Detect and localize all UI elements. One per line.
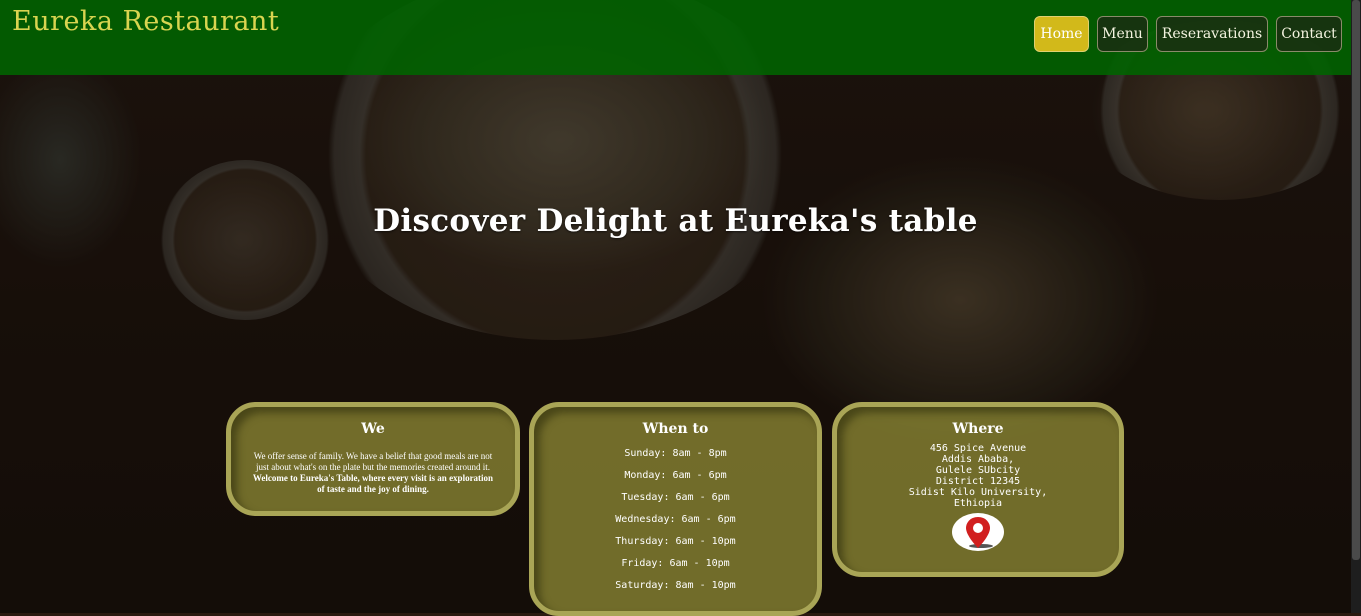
- we-card-text: We offer sense of family. We have a beli…: [249, 451, 497, 495]
- address-line: 456 Spice Avenue: [929, 443, 1027, 454]
- we-card-welcome: Welcome to Eureka's Table, where every v…: [252, 473, 494, 494]
- nav-home-button[interactable]: Home: [1034, 16, 1089, 52]
- main-nav: Home Menu Reseravations Contact: [1034, 16, 1342, 52]
- when-card: When to Sunday: 8am - 8pm Monday: 6am - …: [529, 402, 822, 616]
- scrollbar-thumb[interactable]: [1352, 0, 1360, 560]
- address-line: Addis Ababa,: [941, 454, 1015, 465]
- page-scrollbar[interactable]: [1351, 0, 1361, 613]
- when-card-title: When to: [642, 421, 709, 437]
- nav-contact-button[interactable]: Contact: [1276, 16, 1342, 52]
- where-card: Where 456 Spice Avenue Addis Ababa, Gule…: [832, 402, 1124, 577]
- address-line: Ethiopia: [953, 498, 1003, 509]
- hours-monday: Monday: 6am - 6pm: [624, 470, 727, 481]
- address-line: Gulele SUbcity: [935, 465, 1021, 476]
- we-card: We We offer sense of family. We have a b…: [226, 402, 520, 516]
- hero-title: Discover Delight at Eureka's table: [373, 203, 978, 239]
- hours-thursday: Thursday: 6am - 10pm: [615, 536, 736, 547]
- opening-hours-list: Sunday: 8am - 8pm Monday: 6am - 6pm Tues…: [534, 443, 817, 597]
- where-card-title: Where: [952, 421, 1004, 437]
- address-block: 456 Spice Avenue Addis Ababa, Gulele SUb…: [837, 443, 1119, 509]
- site-header: Eureka Restaurant Home Menu Reseravation…: [0, 0, 1351, 75]
- we-card-title: We: [361, 421, 385, 437]
- nav-reservations-button[interactable]: Reseravations: [1156, 16, 1268, 52]
- we-card-description: We offer sense of family. We have a beli…: [253, 451, 493, 472]
- hours-saturday: Saturday: 8am - 10pm: [615, 580, 736, 591]
- address-line: District 12345: [935, 476, 1021, 487]
- site-logo[interactable]: Eureka Restaurant: [12, 6, 279, 37]
- hours-wednesday: Wednesday: 6am - 6pm: [615, 514, 736, 525]
- address-line: Sidist Kilo University,: [908, 487, 1048, 498]
- map-pin-icon[interactable]: [952, 513, 1004, 551]
- hours-sunday: Sunday: 8am - 8pm: [624, 448, 727, 459]
- hours-tuesday: Tuesday: 6am - 6pm: [621, 492, 730, 503]
- nav-menu-button[interactable]: Menu: [1097, 16, 1148, 52]
- hours-friday: Friday: 6am - 10pm: [621, 558, 730, 569]
